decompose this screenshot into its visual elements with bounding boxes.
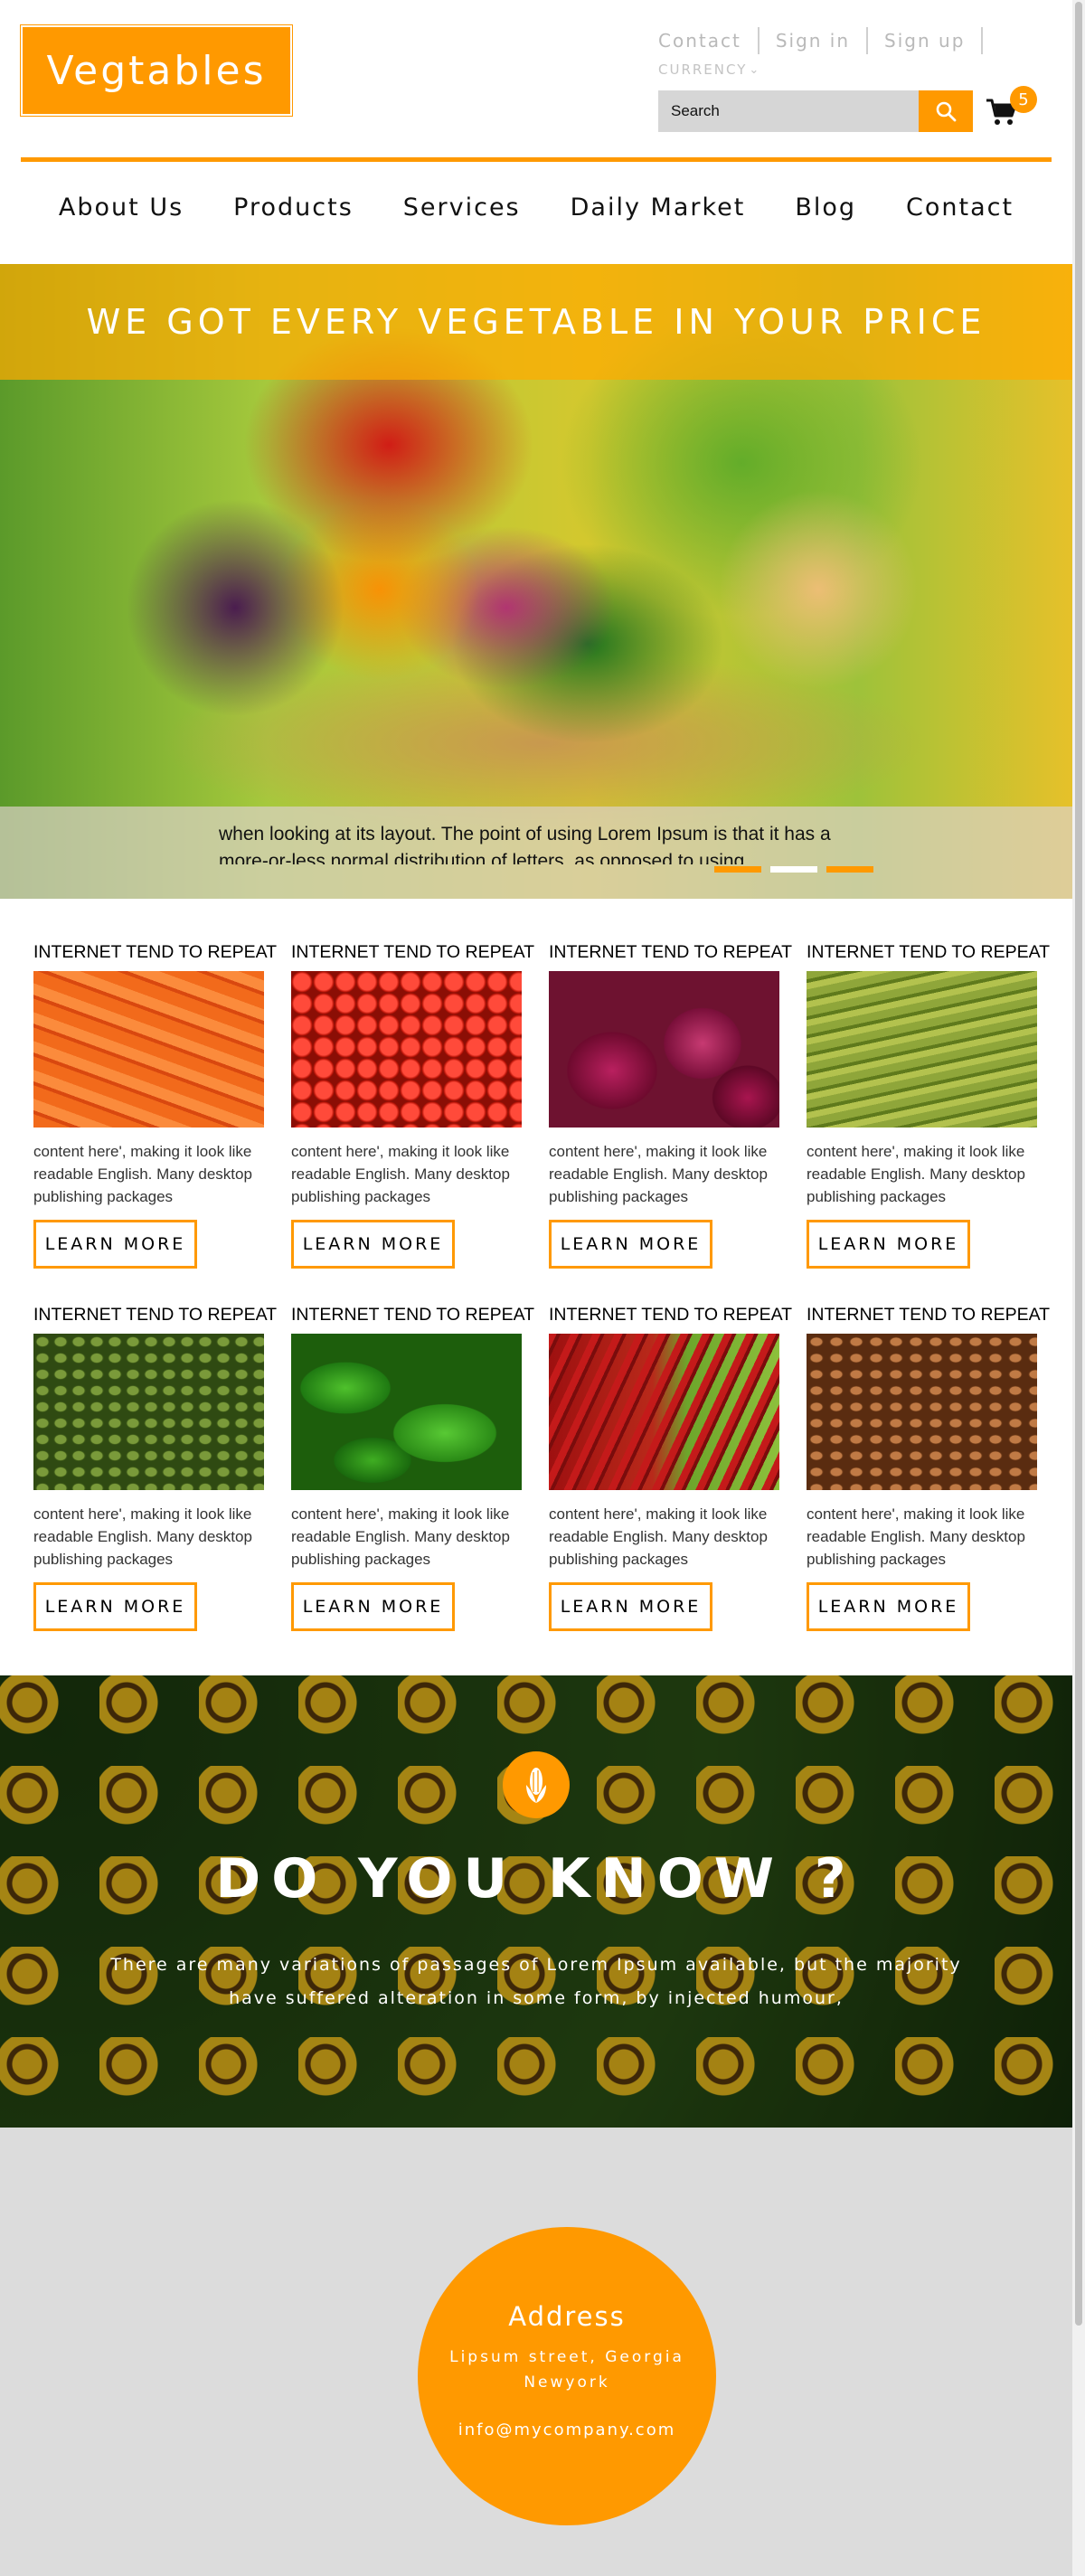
product-image-carrots [33,971,264,1128]
product-description: content here', making it look like reada… [291,1143,510,1205]
cart-count-badge: 5 [1010,86,1037,113]
nav-services[interactable]: Services [403,193,521,222]
product-title: INTERNET TEND TO REPEAT [291,942,535,962]
product-card: INTERNET TEND TO REPEAT content here', m… [291,942,535,1269]
site-logo[interactable]: Vegtables [20,24,293,117]
currency-label: CURRENCY [658,61,748,78]
address-title: Address [508,2301,626,2332]
product-image-soybeans [33,1334,264,1490]
product-image-onions [549,971,779,1128]
hero-title: WE GOT EVERY VEGETABLE IN YOUR PRICE [86,302,986,342]
product-image-coffee-beans [807,1334,1037,1490]
nav-about-us[interactable]: About Us [59,193,184,222]
nav-products[interactable]: Products [233,193,354,222]
learn-more-button[interactable]: LEARN MORE [549,1220,712,1269]
contact-link[interactable]: Contact [658,27,760,54]
address-street: Lipsum street, Georgia [449,2348,684,2366]
product-title: INTERNET TEND TO REPEAT [549,1305,793,1325]
nav-contact[interactable]: Contact [906,193,1014,222]
logo-text: Vegtables [46,47,267,94]
product-title: INTERNET TEND TO REPEAT [549,942,793,962]
product-image-green-peppers [291,1334,522,1490]
product-description: content here', making it look like reada… [33,1505,252,1568]
product-card: INTERNET TEND TO REPEAT content here', m… [291,1305,535,1631]
sign-in-link[interactable]: Sign in [760,27,869,54]
product-title: INTERNET TEND TO REPEAT [33,942,278,962]
learn-more-button[interactable]: LEARN MORE [549,1582,712,1631]
product-grid: INTERNET TEND TO REPEAT content here', m… [33,942,1051,1631]
product-description: content here', making it look like reada… [549,1505,768,1568]
search-icon [936,101,957,122]
corn-icon [503,1751,570,1818]
search-input[interactable] [671,102,906,120]
hero-caption-band: when looking at its layout. The point of… [0,807,1072,899]
currency-dropdown[interactable]: CURRENCY ⌄ [658,61,760,78]
section-text: There are many variations of passages of… [110,1955,962,2008]
product-card: INTERNET TEND TO REPEAT content here', m… [33,1305,278,1631]
product-card: INTERNET TEND TO REPEAT content here', m… [33,942,278,1269]
hero-banner: WE GOT EVERY VEGETABLE IN YOUR PRICE whe… [0,264,1072,899]
header-divider [21,157,1052,162]
learn-more-button[interactable]: LEARN MORE [33,1582,197,1631]
search-button[interactable] [919,90,973,132]
section-title: DO YOU KNOW ? [215,1847,857,1911]
slider-dot-3[interactable] [826,866,873,873]
nav-blog[interactable]: Blog [795,193,856,222]
do-you-know-section: DO YOU KNOW ? There are many variations … [0,1675,1072,2128]
corn-icon-glyph [526,1768,546,1803]
product-description: content here', making it look like reada… [807,1505,1025,1568]
learn-more-button[interactable]: LEARN MORE [291,1582,455,1631]
product-card: INTERNET TEND TO REPEAT content here', m… [807,1305,1051,1631]
address-circle: Address Lipsum street, Georgia Newyork i… [418,2227,716,2525]
nav-daily-market[interactable]: Daily Market [571,193,746,222]
product-image-tomatoes [291,971,522,1128]
sign-up-link[interactable]: Sign up [868,27,984,54]
product-card: INTERNET TEND TO REPEAT content here', m… [549,1305,793,1631]
product-card: INTERNET TEND TO REPEAT content here', m… [807,942,1051,1269]
product-image-chili-peppers [549,1334,779,1490]
product-title: INTERNET TEND TO REPEAT [807,942,1051,962]
product-title: INTERNET TEND TO REPEAT [807,1305,1051,1325]
learn-more-button[interactable]: LEARN MORE [807,1220,970,1269]
learn-more-button[interactable]: LEARN MORE [807,1582,970,1631]
main-nav: About Us Products Services Daily Market … [0,193,1072,222]
product-card: INTERNET TEND TO REPEAT content here', m… [549,942,793,1269]
address-city: Newyork [524,2373,610,2392]
product-description: content here', making it look like reada… [807,1143,1025,1205]
slider-dots [714,866,873,873]
chevron-down-icon: ⌄ [749,62,761,77]
top-links: Contact Sign in Sign up [658,27,984,54]
slider-dot-1[interactable] [714,866,761,873]
product-description: content here', making it look like reada… [549,1143,768,1205]
search-field[interactable] [658,90,919,132]
hero-title-band: WE GOT EVERY VEGETABLE IN YOUR PRICE [0,264,1072,380]
scrollbar-thumb[interactable] [1075,2,1082,2326]
learn-more-button[interactable]: LEARN MORE [33,1220,197,1269]
hero-caption: when looking at its layout. The point of… [219,824,831,864]
learn-more-button[interactable]: LEARN MORE [291,1220,455,1269]
product-description: content here', making it look like reada… [291,1505,510,1568]
product-image-green-beans [807,971,1037,1128]
product-description: content here', making it look like reada… [33,1143,252,1205]
footer: Address Lipsum street, Georgia Newyork i… [0,2128,1072,2576]
email-link[interactable]: info@mycompany.com [418,2420,716,2439]
product-title: INTERNET TEND TO REPEAT [33,1305,278,1325]
slider-dot-2[interactable] [770,866,817,873]
product-title: INTERNET TEND TO REPEAT [291,1305,535,1325]
